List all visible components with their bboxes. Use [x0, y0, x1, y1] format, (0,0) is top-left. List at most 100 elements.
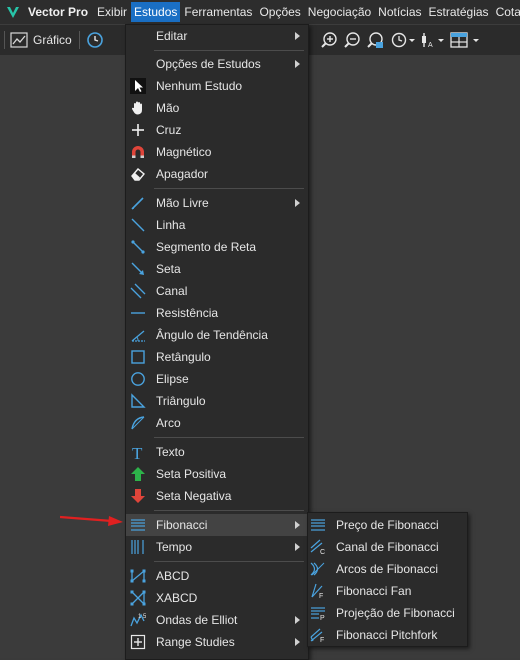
submenu-item-arcos-de-fibonacci[interactable]: Arcos de Fibonacci: [308, 558, 467, 580]
menu-estudos[interactable]: Estudos: [131, 2, 181, 22]
line-icon: [130, 217, 146, 233]
menu-item-label: Linha: [156, 218, 186, 232]
menu-item-ondas-de-elliot[interactable]: 1 5 Ondas de Elliot: [126, 609, 308, 631]
fibonacci-submenu: Preço de Fibonacci C Canal de Fibonacci …: [307, 512, 468, 647]
menu-item-magnetico[interactable]: Magnético: [126, 141, 308, 163]
fib-projection-icon: P: [310, 605, 326, 622]
arrow-down-red-icon: [130, 488, 146, 504]
crosshair-icon: [130, 122, 146, 138]
menu-exibir[interactable]: Exibir: [94, 2, 130, 22]
menu-item-range-studies[interactable]: Range Studies: [126, 631, 308, 653]
zoom-in-button[interactable]: [320, 29, 338, 51]
menu-item-linha[interactable]: Linha: [126, 214, 308, 236]
submenu-item-canal-de-fibonacci[interactable]: C Canal de Fibonacci: [308, 536, 467, 558]
menu-item-label: Range Studies: [156, 635, 235, 649]
menu-item-tempo[interactable]: Tempo: [126, 536, 308, 558]
menu-estrategias[interactable]: Estratégias: [426, 2, 492, 22]
zoom-fit-button[interactable]: [366, 29, 384, 51]
indicator-button[interactable]: A: [419, 29, 445, 51]
segment-icon: [130, 239, 146, 255]
vector-logo-icon: [0, 5, 24, 19]
menu-item-resistencia[interactable]: Resistência: [126, 302, 308, 324]
menu-item-xabcd[interactable]: XABCD: [126, 587, 308, 609]
svg-text:P: P: [320, 615, 325, 621]
submenu-item-fibonacci-fan[interactable]: F Fibonacci Fan: [308, 580, 467, 602]
ellipse-icon: [130, 371, 146, 387]
freehand-icon: [130, 195, 146, 211]
submenu-arrow-icon: [295, 638, 300, 646]
zoom-in-icon: [321, 32, 337, 48]
clock-button[interactable]: [86, 29, 104, 51]
menu-separator: [154, 437, 304, 438]
history-button[interactable]: [390, 29, 416, 51]
submenu-item-label: Fibonacci Pitchfork: [336, 628, 438, 642]
menu-separator: [154, 188, 304, 189]
submenu-item-preco-de-fibonacci[interactable]: Preço de Fibonacci: [308, 514, 467, 536]
app-title: Vector Pro: [28, 5, 89, 19]
menu-item-cruz[interactable]: Cruz: [126, 119, 308, 141]
submenu-arrow-icon: [295, 60, 300, 68]
eraser-icon: [130, 166, 146, 182]
menu-item-segmento-de-reta[interactable]: Segmento de Reta: [126, 236, 308, 258]
chart-icon: [10, 32, 28, 48]
zoom-out-icon: [344, 32, 360, 48]
submenu-item-fibonacci-pitchfork[interactable]: F Fibonacci Pitchfork: [308, 624, 467, 646]
channel-icon: [130, 283, 146, 299]
menu-item-texto[interactable]: T Texto: [126, 441, 308, 463]
menu-item-label: Tempo: [156, 540, 193, 554]
grafico-button[interactable]: Gráfico: [10, 29, 72, 51]
grafico-label: Gráfico: [33, 33, 72, 47]
menu-ferramentas[interactable]: Ferramentas: [181, 2, 255, 22]
menu-item-elipse[interactable]: Elipse: [126, 368, 308, 390]
menu-item-opcoes-de-estudos[interactable]: Opções de Estudos: [126, 53, 308, 75]
menu-item-angulo-de-tendencia[interactable]: Ângulo de Tendência: [126, 324, 308, 346]
layout-grid-icon: [450, 32, 479, 48]
menu-item-editar[interactable]: Editar: [126, 25, 308, 47]
menu-cotacoes[interactable]: Cotações: [493, 2, 520, 22]
fib-price-icon: [310, 517, 326, 533]
fibonacci-icon: [130, 517, 146, 533]
history-icon: [391, 32, 415, 48]
menu-item-apagador[interactable]: Apagador: [126, 163, 308, 185]
menu-item-label: Fibonacci: [156, 518, 208, 532]
time-lines-icon: [130, 539, 146, 555]
resistance-icon: [130, 305, 146, 321]
svg-text:T: T: [132, 444, 143, 460]
menu-item-label: Cruz: [156, 123, 182, 137]
toolbar-separator: [79, 31, 80, 49]
menu-item-mao-livre[interactable]: Mão Livre: [126, 192, 308, 214]
text-icon: T: [130, 444, 146, 460]
hand-icon: [130, 100, 146, 116]
menu-item-abcd[interactable]: ABCD: [126, 565, 308, 587]
submenu-item-projecao-de-fibonacci[interactable]: P Projeção de Fibonacci: [308, 602, 467, 624]
menu-noticias[interactable]: Notícias: [375, 2, 424, 22]
abcd-icon: [130, 568, 146, 584]
menu-item-label: Texto: [156, 445, 185, 459]
menu-item-mao[interactable]: Mão: [126, 97, 308, 119]
menu-item-label: Seta: [156, 262, 181, 276]
zoom-out-button[interactable]: [343, 29, 361, 51]
submenu-item-label: Arcos de Fibonacci: [336, 562, 439, 576]
annotation-arrow-icon: [60, 515, 123, 526]
menu-item-seta[interactable]: Seta: [126, 258, 308, 280]
menu-item-fibonacci[interactable]: Fibonacci: [126, 514, 308, 536]
menu-item-canal[interactable]: Canal: [126, 280, 308, 302]
menu-item-label: Resistência: [156, 306, 219, 320]
trend-angle-icon: [130, 327, 146, 343]
menu-item-arco[interactable]: Arco: [126, 412, 308, 434]
menu-item-seta-negativa[interactable]: Seta Negativa: [126, 485, 308, 507]
submenu-arrow-icon: [295, 616, 300, 624]
menu-item-triangulo[interactable]: Triângulo: [126, 390, 308, 412]
menu-item-label: Elipse: [156, 372, 189, 386]
menu-opcoes[interactable]: Opções: [256, 2, 303, 22]
layout-button[interactable]: [450, 29, 480, 51]
menu-negociacao[interactable]: Negociação: [305, 2, 374, 22]
magnet-icon: [130, 144, 146, 160]
submenu-arrow-icon: [295, 32, 300, 40]
menu-item-retangulo[interactable]: Retângulo: [126, 346, 308, 368]
menu-item-label: Mão Livre: [156, 196, 209, 210]
menu-item-nenhum-estudo[interactable]: Nenhum Estudo: [126, 75, 308, 97]
toolbar-separator: [4, 31, 5, 49]
menu-item-seta-positiva[interactable]: Seta Positiva: [126, 463, 308, 485]
menu-item-label: Nenhum Estudo: [156, 79, 243, 93]
